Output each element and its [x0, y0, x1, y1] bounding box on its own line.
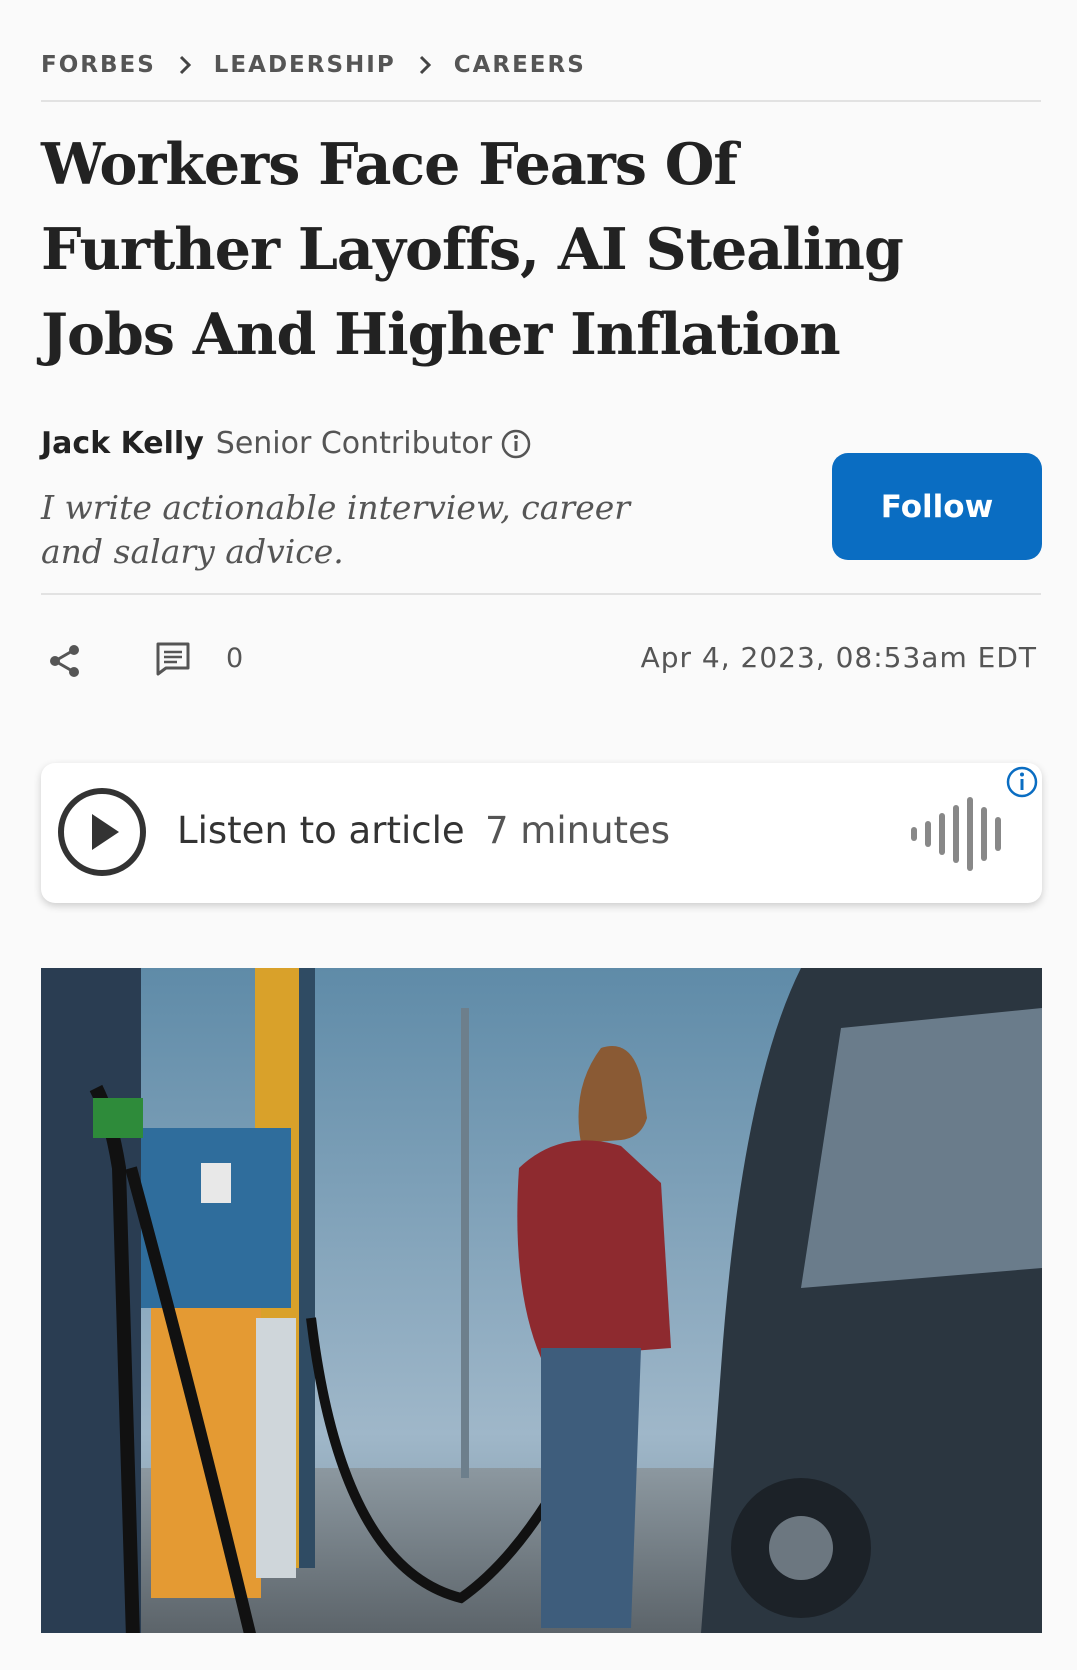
- hero-image: [41, 968, 1042, 1633]
- soundwave-icon: [901, 793, 1011, 878]
- share-icon[interactable]: [48, 643, 82, 684]
- chevron-right-icon: [178, 54, 192, 76]
- comment-count: 0: [226, 643, 244, 674]
- listen-label[interactable]: Listen to article: [177, 809, 465, 852]
- divider: [41, 593, 1041, 595]
- publish-date: Apr 4, 2023, 08:53am EDT: [640, 641, 1037, 674]
- breadcrumb-forbes[interactable]: FORBES: [41, 52, 156, 78]
- info-icon[interactable]: [500, 428, 532, 460]
- byline: Jack Kelly Senior Contributor: [41, 426, 532, 461]
- chevron-right-icon: [418, 54, 432, 76]
- breadcrumb-careers[interactable]: CAREERS: [454, 52, 586, 78]
- audio-player: Listen to article 7 minutes: [41, 763, 1042, 903]
- follow-button[interactable]: Follow: [832, 453, 1042, 560]
- audio-duration: 7 minutes: [485, 809, 671, 852]
- author-name[interactable]: Jack Kelly: [41, 426, 204, 461]
- breadcrumb: FORBES LEADERSHIP CAREERS: [41, 52, 586, 78]
- breadcrumb-leadership[interactable]: LEADERSHIP: [214, 52, 396, 78]
- divider: [41, 100, 1041, 102]
- info-icon[interactable]: [1005, 765, 1039, 804]
- author-bio: I write actionable interview, career and…: [41, 488, 631, 571]
- comment-icon[interactable]: [155, 641, 191, 682]
- article-headline: Workers Face Fears Of Further Layoffs, A…: [41, 131, 904, 368]
- author-role: Senior Contributor: [215, 426, 493, 461]
- play-icon[interactable]: [57, 787, 147, 882]
